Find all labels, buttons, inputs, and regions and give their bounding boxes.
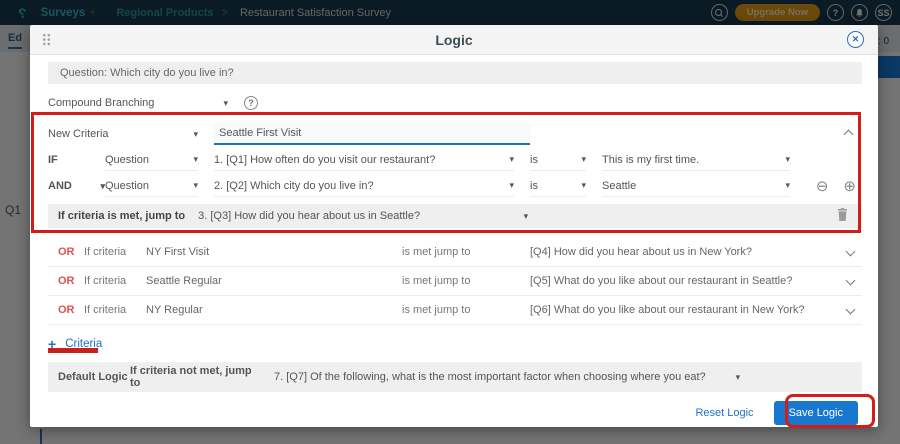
criteria-select-dropdown[interactable]: New Criteria ▾ xyxy=(48,128,198,140)
caret-down-icon: ▾ xyxy=(223,98,228,109)
met-jump-label: is met jump to xyxy=(402,304,530,316)
condition-operator-value: is xyxy=(530,180,538,192)
caret-down-icon: ▾ xyxy=(509,180,514,191)
condition-question-dropdown[interactable]: 1. [Q1] How often do you visit our resta… xyxy=(214,150,514,171)
if-criteria-label: If criteria xyxy=(84,275,146,287)
criteria-editor: New Criteria ▾ IF Question ▾ 1. [Q1] How… xyxy=(48,121,862,228)
jump-to-label: If criteria is met, jump to xyxy=(58,210,185,222)
default-jump-dropdown[interactable]: 7. [Q7] Of the following, what is the mo… xyxy=(252,371,740,383)
chevron-down-icon xyxy=(846,276,856,286)
met-jump-label: is met jump to xyxy=(402,275,530,287)
condition-conjunction-value: AND xyxy=(48,180,72,192)
add-criteria-label: Criteria xyxy=(65,338,102,350)
condition-prefix: IF xyxy=(48,154,105,166)
or-label: OR xyxy=(58,246,84,258)
logic-modal: Logic ✕ Question: Which city do you live… xyxy=(30,25,878,427)
jump-to-question-value: 3. [Q3] How did you hear about us in Sea… xyxy=(198,210,420,222)
expand-criteria-button[interactable] xyxy=(847,246,854,258)
condition-type-value: Question xyxy=(105,180,149,192)
condition-answer-value: This is my first time. xyxy=(602,154,699,166)
condition-operator-value: is xyxy=(530,154,538,166)
condition-question-value: 1. [Q1] How often do you visit our resta… xyxy=(214,154,435,166)
branching-type-value: Compound Branching xyxy=(48,97,154,109)
condition-operator-dropdown[interactable]: is ▾ xyxy=(530,150,586,171)
not-met-label: If criteria not met, jump to xyxy=(130,365,252,389)
caret-down-icon: ▾ xyxy=(785,180,790,191)
condition-question-dropdown[interactable]: 2. [Q2] Which city do you live in? ▾ xyxy=(214,176,514,197)
chevron-down-icon xyxy=(846,305,856,315)
criteria-target-question: [Q4] How did you hear about us in New Yo… xyxy=(530,246,752,258)
branching-type-dropdown[interactable]: Compound Branching ▾ xyxy=(48,97,228,109)
saved-criteria-row[interactable]: OR If criteria NY Regular is met jump to… xyxy=(48,296,862,325)
criteria-name: NY First Visit xyxy=(146,246,402,258)
condition-row-if: IF Question ▾ 1. [Q1] How often do you v… xyxy=(48,147,862,173)
question-context-bar: Question: Which city do you live in? xyxy=(48,62,862,84)
condition-conjunction-dropdown[interactable]: AND ▾ xyxy=(48,180,105,192)
or-label: OR xyxy=(58,304,84,316)
criteria-name-row: New Criteria ▾ xyxy=(48,121,862,147)
saved-criteria-list: OR If criteria NY First Visit is met jum… xyxy=(48,238,862,325)
plus-icon: + xyxy=(48,336,56,352)
collapse-criteria-button[interactable] xyxy=(845,125,852,143)
default-jump-value: 7. [Q7] Of the following, what is the mo… xyxy=(274,371,706,383)
saved-criteria-row[interactable]: OR If criteria Seattle Regular is met ju… xyxy=(48,267,862,296)
condition-actions: ⊖ ⊕ xyxy=(816,179,862,194)
condition-type-dropdown[interactable]: Question ▾ xyxy=(105,150,198,171)
condition-answer-dropdown[interactable]: Seattle ▾ xyxy=(602,176,790,197)
reset-logic-link[interactable]: Reset Logic xyxy=(695,407,753,419)
default-logic-row: Default Logic If criteria not met, jump … xyxy=(48,362,862,392)
criteria-name: Seattle Regular xyxy=(146,275,402,287)
branching-help-icon[interactable]: ? xyxy=(244,96,258,110)
condition-answer-value: Seattle xyxy=(602,180,636,192)
branching-type-row: Compound Branching ▾ ? xyxy=(48,91,862,115)
add-condition-icon[interactable]: ⊕ xyxy=(843,179,856,194)
modal-title: Logic xyxy=(30,32,878,48)
caret-down-icon: ▾ xyxy=(581,154,586,165)
caret-down-icon: ▾ xyxy=(581,180,586,191)
criteria-name-input[interactable] xyxy=(214,123,530,145)
trash-icon xyxy=(837,208,848,221)
save-logic-button[interactable]: Save Logic xyxy=(774,401,858,425)
jump-to-question-dropdown[interactable]: 3. [Q3] How did you hear about us in Sea… xyxy=(198,210,528,222)
condition-row-and: AND ▾ Question ▾ 2. [Q2] Which city do y… xyxy=(48,173,862,199)
condition-answer-dropdown[interactable]: This is my first time. ▾ xyxy=(602,150,790,171)
add-criteria-button[interactable]: + Criteria xyxy=(48,336,862,352)
saved-criteria-row[interactable]: OR If criteria NY First Visit is met jum… xyxy=(48,238,862,267)
met-jump-label: is met jump to xyxy=(402,246,530,258)
close-icon[interactable]: ✕ xyxy=(847,31,864,48)
modal-header: Logic ✕ xyxy=(30,25,878,55)
caret-down-icon: ▾ xyxy=(785,154,790,165)
caret-down-icon: ▾ xyxy=(509,154,514,165)
chevron-down-icon xyxy=(846,247,856,257)
criteria-target-question: [Q6] What do you like about our restaura… xyxy=(530,304,805,316)
screen: ? Surveys ▾ Regional Products > Restaura… xyxy=(0,0,900,444)
condition-type-value: Question xyxy=(105,154,149,166)
default-logic-label: Default Logic xyxy=(58,371,130,383)
criteria-name: NY Regular xyxy=(146,304,402,316)
or-label: OR xyxy=(58,275,84,287)
delete-criteria-button[interactable] xyxy=(837,208,848,224)
modal-footer: Reset Logic Save Logic xyxy=(48,401,862,425)
remove-condition-icon[interactable]: ⊖ xyxy=(816,179,829,194)
criteria-target-question: [Q5] What do you like about our restaura… xyxy=(530,275,792,287)
expand-criteria-button[interactable] xyxy=(847,304,854,316)
caret-down-icon: ▾ xyxy=(193,154,198,165)
chevron-up-icon xyxy=(844,130,854,140)
caret-down-icon: ▾ xyxy=(736,372,741,383)
caret-down-icon: ▾ xyxy=(193,180,198,191)
caret-down-icon: ▾ xyxy=(524,211,529,222)
criteria-select-value: New Criteria xyxy=(48,128,109,140)
caret-down-icon: ▾ xyxy=(193,129,198,140)
if-criteria-label: If criteria xyxy=(84,246,146,258)
condition-type-dropdown[interactable]: Question ▾ xyxy=(105,176,198,197)
expand-criteria-button[interactable] xyxy=(847,275,854,287)
modal-body: Question: Which city do you live in? Com… xyxy=(30,55,878,425)
condition-operator-dropdown[interactable]: is ▾ xyxy=(530,176,586,197)
if-criteria-label: If criteria xyxy=(84,304,146,316)
condition-question-value: 2. [Q2] Which city do you live in? xyxy=(214,180,374,192)
jump-to-row: If criteria is met, jump to 3. [Q3] How … xyxy=(48,204,862,228)
